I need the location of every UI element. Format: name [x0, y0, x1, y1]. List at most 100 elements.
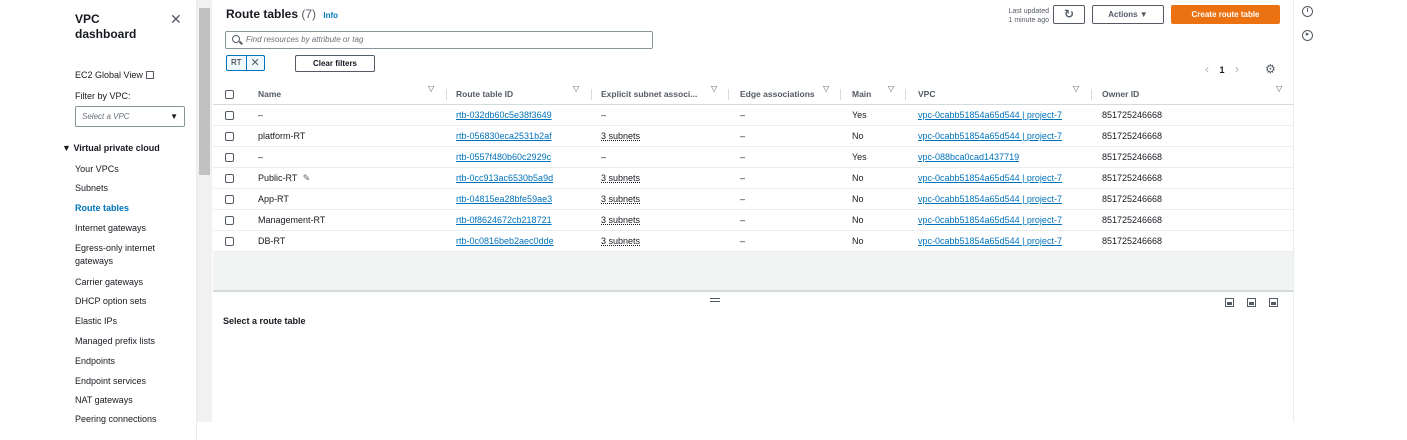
caret-down-icon: ▼ [170, 112, 178, 121]
cell-subnets[interactable]: 3 subnets [601, 210, 640, 231]
cell-vpc[interactable]: vpc-0cabb51854a65d544 | project-7 [918, 231, 1062, 252]
cell-subnets[interactable]: 3 subnets [601, 231, 640, 252]
remove-filter-icon[interactable]: ✕ [247, 56, 264, 70]
cell-vpc[interactable]: vpc-088bca0cad1437719 [918, 147, 1019, 168]
column-divider[interactable] [591, 89, 592, 100]
cell-route-table-id[interactable]: rtb-0c0816beb2aec0dde [456, 231, 554, 252]
row-checkbox[interactable] [225, 216, 234, 225]
nav-item-dhcp-option-sets[interactable]: DHCP option sets [75, 296, 146, 306]
nav-item-internet-gateways[interactable]: Internet gateways [75, 223, 146, 233]
right-tool-rail: i ▸ [1293, 0, 1323, 422]
row-checkbox[interactable] [225, 174, 234, 183]
cell-main: No [852, 131, 864, 141]
cell-route-table-id[interactable]: rtb-0f8624672cb218721 [456, 210, 552, 231]
create-route-table-button[interactable]: Create route table [1171, 5, 1280, 24]
nav-item-your-vpcs[interactable]: Your VPCs [75, 164, 119, 174]
nav-item-egress-only-internet-gateways[interactable]: Egress-only internet gateways [75, 243, 155, 266]
cell-vpc[interactable]: vpc-0cabb51854a65d544 | project-7 [918, 189, 1062, 210]
filter-icon[interactable]: ▽ [711, 84, 717, 93]
column-header-owner-id[interactable]: Owner ID [1102, 84, 1139, 105]
filter-icon[interactable]: ▽ [573, 84, 579, 93]
cell-route-table-id[interactable]: rtb-032db60c5e38f3649 [456, 105, 552, 126]
table-row[interactable]: – rtb-032db60c5e38f3649 – – Yes vpc-0cab… [213, 105, 1293, 126]
cell-subnets[interactable]: 3 subnets [601, 126, 640, 147]
filter-icon[interactable]: ▽ [1073, 84, 1079, 93]
table-row[interactable]: platform-RT rtb-056830eca2531b2af 3 subn… [213, 126, 1293, 147]
table-row[interactable]: App-RT rtb-04815ea28bfe59ae3 3 subnets –… [213, 189, 1293, 210]
cell-vpc[interactable]: vpc-0cabb51854a65d544 | project-7 [918, 105, 1062, 126]
cell-name: – [258, 152, 264, 162]
next-page-icon[interactable]: › [1235, 62, 1239, 76]
cell-route-table-id[interactable]: rtb-0557f480b60c2929c [456, 147, 551, 168]
nav-item-peering-connections[interactable]: Peering connections [75, 414, 157, 424]
drag-handle-icon[interactable] [710, 298, 720, 302]
close-icon[interactable]: ✕ [170, 12, 182, 26]
column-header-route-table-id[interactable]: Route table ID [456, 84, 513, 105]
clear-filters-button[interactable]: Clear filters [295, 55, 375, 72]
select-all-checkbox[interactable] [225, 90, 234, 99]
nav-item-endpoints[interactable]: Endpoints [75, 356, 115, 366]
column-divider[interactable] [446, 89, 447, 100]
row-checkbox[interactable] [225, 111, 234, 120]
column-header-name[interactable]: Name [258, 84, 281, 105]
column-header-main[interactable]: Main [852, 84, 871, 105]
info-icon[interactable]: i [1302, 6, 1313, 17]
table-row[interactable]: – rtb-0557f480b60c2929c – – Yes vpc-088b… [213, 147, 1293, 168]
cell-route-table-id[interactable]: rtb-056830eca2531b2af [456, 126, 552, 147]
nav-scrollbar-thumb[interactable] [199, 8, 210, 175]
table-row[interactable]: DB-RT rtb-0c0816beb2aec0dde 3 subnets – … [213, 231, 1293, 252]
cell-edge: – [740, 152, 746, 162]
previous-page-icon[interactable]: ‹ [1205, 62, 1209, 76]
row-checkbox[interactable] [225, 153, 234, 162]
vpc-filter-select[interactable]: Select a VPC ▼ [75, 106, 185, 127]
cell-main: Yes [852, 110, 867, 120]
info-link[interactable]: Info [323, 11, 338, 20]
column-divider[interactable] [1091, 89, 1092, 100]
panel-hide-icon[interactable] [1269, 298, 1278, 307]
page-number[interactable]: 1 [1220, 65, 1225, 75]
column-header-edge-associations[interactable]: Edge associations [740, 84, 815, 105]
column-divider[interactable] [840, 89, 841, 100]
column-header-explicit-subnet[interactable]: Explicit subnet associ... [601, 84, 697, 105]
cell-route-table-id[interactable]: rtb-0cc913ac6530b5a9d [456, 168, 553, 189]
cell-vpc[interactable]: vpc-0cabb51854a65d544 | project-7 [918, 126, 1062, 147]
nav-item-carrier-gateways[interactable]: Carrier gateways [75, 277, 143, 287]
refresh-button[interactable]: ↻ [1053, 5, 1085, 24]
filter-icon[interactable]: ▽ [888, 84, 894, 93]
panel-side-icon[interactable] [1247, 298, 1256, 307]
nav-item-elastic-ips[interactable]: Elastic IPs [75, 316, 117, 326]
cell-subnets[interactable]: 3 subnets [601, 189, 640, 210]
cell-subnets[interactable]: 3 subnets [601, 168, 640, 189]
column-header-vpc[interactable]: VPC [918, 84, 935, 105]
nav-item-route-tables[interactable]: Route tables [75, 203, 129, 213]
section-virtual-private-cloud[interactable]: ▼ Virtual private cloud [62, 143, 160, 153]
nav-item-managed-prefix-lists[interactable]: Managed prefix lists [75, 336, 155, 346]
edit-pencil-icon[interactable]: ✎ [303, 173, 311, 183]
nav-item-nat-gateways[interactable]: NAT gateways [75, 395, 133, 405]
nav-item-endpoint-services[interactable]: Endpoint services [75, 376, 146, 386]
table-row[interactable]: Public-RT ✎ rtb-0cc913ac6530b5a9d 3 subn… [213, 168, 1293, 189]
cell-main: No [852, 236, 864, 246]
cell-vpc[interactable]: vpc-0cabb51854a65d544 | project-7 [918, 210, 1062, 231]
column-divider[interactable] [728, 89, 729, 100]
search-input[interactable]: Find resources by attribute or tag [225, 31, 653, 49]
table-row[interactable]: Management-RT rtb-0f8624672cb218721 3 su… [213, 210, 1293, 231]
actions-button[interactable]: Actions ▼ [1092, 5, 1164, 24]
row-checkbox[interactable] [225, 237, 234, 246]
row-checkbox[interactable] [225, 195, 234, 204]
tutorial-icon[interactable]: ▸ [1302, 30, 1313, 41]
panel-bottom-icon[interactable] [1225, 298, 1234, 307]
search-icon [232, 35, 240, 43]
nav-title[interactable]: VPC dashboard [75, 12, 136, 42]
row-checkbox[interactable] [225, 132, 234, 141]
filter-icon[interactable]: ▽ [1276, 84, 1282, 93]
filter-icon[interactable]: ▽ [823, 84, 829, 93]
ec2-global-view-link[interactable]: EC2 Global View [75, 70, 154, 80]
gear-icon[interactable]: ⚙ [1265, 62, 1276, 76]
cell-route-table-id[interactable]: rtb-04815ea28bfe59ae3 [456, 189, 552, 210]
nav-item-subnets[interactable]: Subnets [75, 183, 108, 193]
column-divider[interactable] [905, 89, 906, 100]
table-empty-area [213, 252, 1293, 290]
cell-vpc[interactable]: vpc-0cabb51854a65d544 | project-7 [918, 168, 1062, 189]
filter-icon[interactable]: ▽ [428, 84, 434, 93]
